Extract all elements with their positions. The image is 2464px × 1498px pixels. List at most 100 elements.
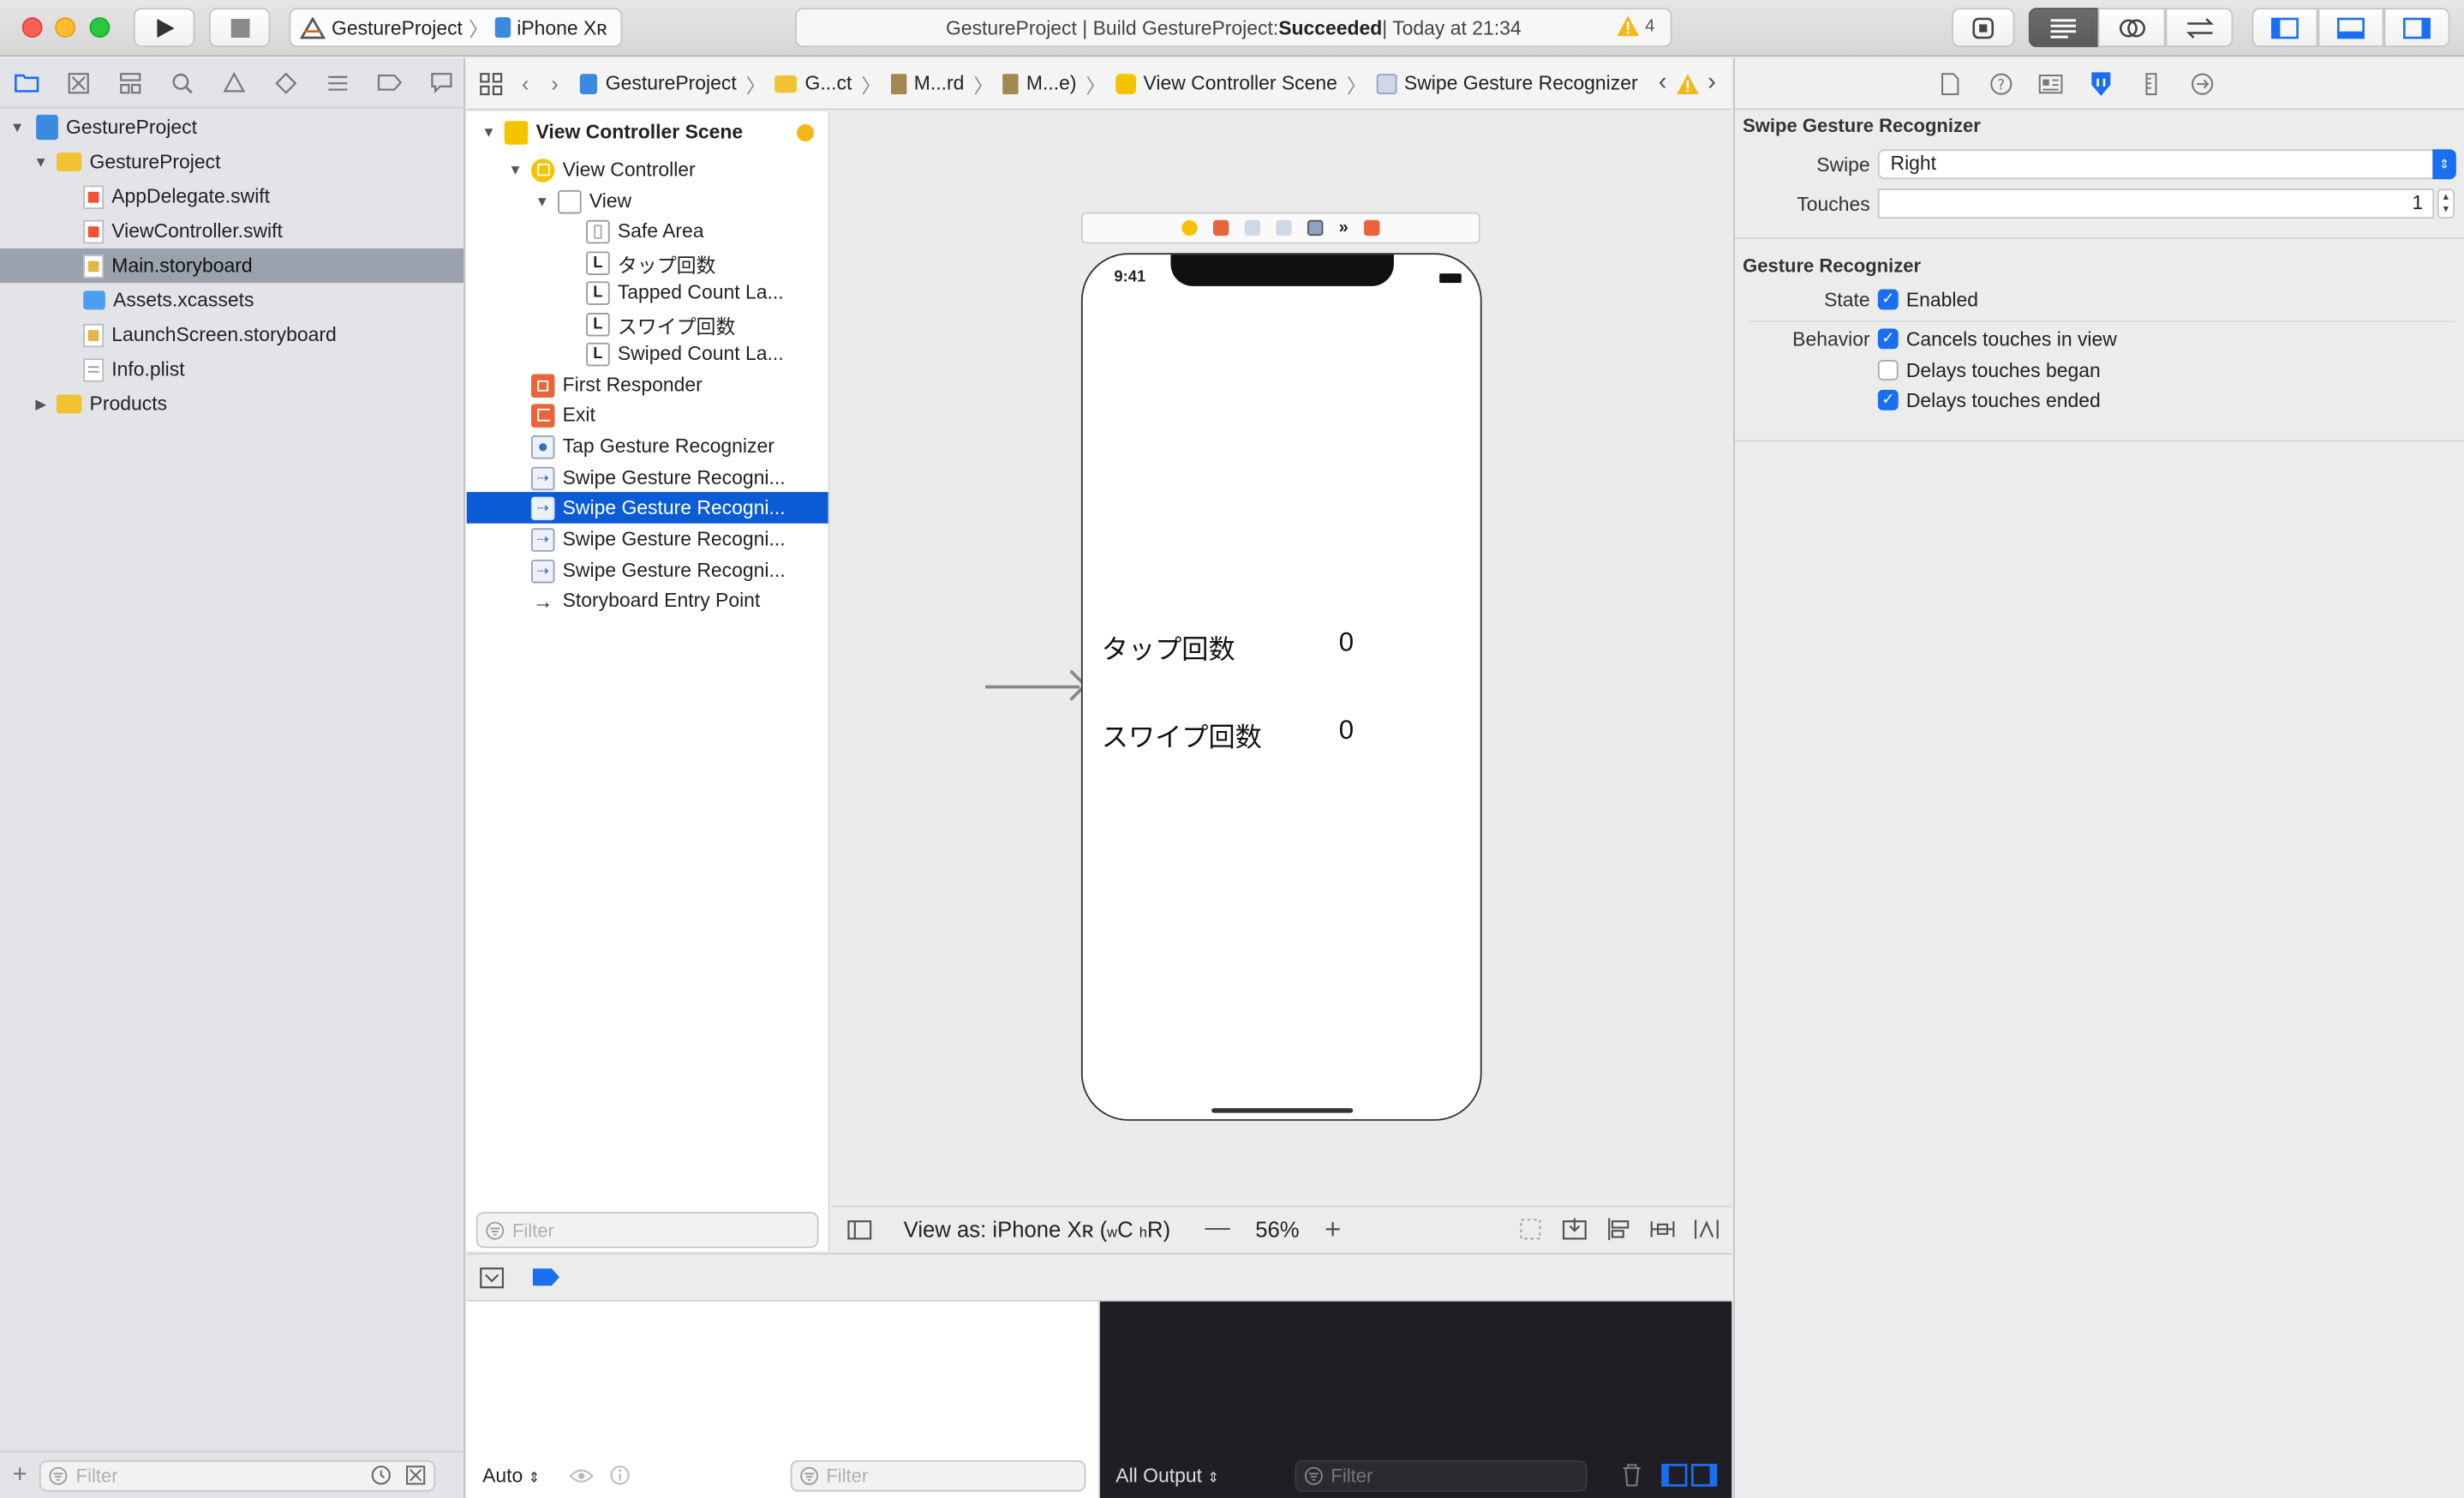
outline-filter-field[interactable]: Filter [475,1212,819,1249]
breakpoint-navigator-tab[interactable] [373,65,407,99]
library-button[interactable] [1952,8,2015,48]
navigator-item-products[interactable]: ▶ Products [0,386,463,421]
clock-icon[interactable] [371,1465,392,1485]
scene-warning-icon[interactable] [796,123,815,142]
breadcrumb-swipe-recognizer[interactable]: Swipe Gesture Recognizer [1375,72,1638,94]
source-control-filter-icon[interactable] [406,1465,427,1485]
enabled-label[interactable]: Enabled [1906,289,1978,311]
find-navigator-tab[interactable] [165,65,200,99]
outline-item-tap-label[interactable]: L タップ回数 [467,247,828,279]
touches-stepper[interactable]: ▴ ▾ [2437,189,2455,219]
run-button[interactable] [133,8,195,48]
embed-in-icon[interactable] [1562,1217,1587,1242]
info-icon[interactable] [609,1465,630,1485]
console-filter-field[interactable]: Filter [1295,1459,1588,1491]
minimize-window-button[interactable] [55,17,76,39]
navigator-item-infoplist[interactable]: Info.plist [0,352,463,386]
navigator-item-group[interactable]: ▼ GestureProject [0,145,463,179]
outline-item-entry-point[interactable]: → Storyboard Entry Point [467,584,828,616]
auto-variables-select[interactable]: Auto ⇕ [482,1465,540,1487]
previous-issue-icon[interactable]: ‹ [1659,69,1667,98]
navigator-item-project[interactable]: ▼ GestureProject [0,110,463,144]
variables-filter-field[interactable]: Filter [790,1459,1085,1491]
outline-item-swipe-gesture-1[interactable]: ⇢ Swipe Gesture Recogni... [467,462,828,494]
breakpoint-toggle-icon[interactable] [532,1268,559,1286]
zoom-level[interactable]: 56% [1255,1217,1299,1242]
eye-icon[interactable] [568,1465,594,1484]
enabled-checkbox[interactable]: ✓ [1877,289,1899,310]
delays-touches-ended-label[interactable]: Delays touches ended [1906,390,2101,412]
warning-indicator[interactable]: 4 [1617,15,1654,37]
outline-item-first-responder[interactable]: First Responder [467,369,828,401]
folder-navigator-tab[interactable] [9,65,44,99]
selected-swipe-gesture-dock-icon[interactable] [1307,219,1324,237]
navigator-item-assets[interactable]: Assets.xcassets [0,283,463,317]
outline-item-safe-area[interactable]: Safe Area [467,215,828,247]
attributes-inspector-tab[interactable] [2087,69,2115,98]
breadcrumb-project[interactable]: GestureProject [580,72,737,94]
quick-help-tab[interactable]: ? [1986,69,2014,98]
disclosure-closed-icon[interactable]: ▶ [32,395,51,412]
breadcrumb-scene[interactable]: View Controller Scene [1115,72,1337,94]
outline-item-swiped-count-label[interactable]: L Swiped Count La... [467,338,828,369]
test-navigator-tab[interactable] [269,65,303,99]
swipe-count-caption[interactable]: スワイプ回数 [1102,716,1262,755]
update-frames-icon[interactable] [1518,1217,1543,1242]
outline-item-exit[interactable]: Exit [467,399,828,431]
delays-touches-began-checkbox[interactable] [1877,360,1899,380]
breadcrumb-storyboard[interactable]: M...rd [890,72,964,94]
trash-icon[interactable] [1622,1464,1642,1488]
toggle-outline-icon[interactable] [847,1219,872,1239]
tap-gesture-dock-icon[interactable] [1244,219,1260,237]
outline-item-swipe-label[interactable]: L スワイプ回数 [467,309,828,340]
cancels-touches-label[interactable]: Cancels touches in view [1906,328,2117,351]
outline-item-view[interactable]: ▼ View [467,185,828,217]
navigator-item-main-storyboard[interactable]: Main.storyboard [0,248,464,284]
first-responder-dock-icon[interactable] [1212,219,1229,237]
delays-touches-began-label[interactable]: Delays touches began [1906,360,2101,382]
output-select[interactable]: All Output ⇕ [1115,1465,1219,1487]
identity-inspector-tab[interactable] [2036,69,2065,98]
swipe-direction-select[interactable]: Right ⇕ [1877,149,2456,180]
tap-count-caption[interactable]: タップ回数 [1102,627,1235,667]
disclosure-open-icon[interactable]: ▼ [506,162,525,177]
outline-item-swipe-gesture-2[interactable]: ⇢ Swipe Gesture Recogni... [466,492,828,524]
exit-dock-icon[interactable] [1364,219,1380,237]
navigator-item-launchscreen[interactable]: LaunchScreen.storyboard [0,318,463,352]
connections-inspector-tab[interactable] [2187,69,2216,98]
delays-touches-ended-checkbox[interactable]: ✓ [1877,389,1899,410]
view-as-button[interactable]: View as: iPhone Xʀ (wC hR) [904,1217,1170,1242]
disclosure-open-icon[interactable]: ▼ [533,194,552,209]
swiped-count-label[interactable]: 0 [1339,716,1354,747]
hide-debug-area-icon[interactable] [479,1266,505,1288]
storyboard-entry-arrow[interactable] [985,685,1080,689]
disclosure-open-icon[interactable]: ▼ [32,154,51,170]
debug-navigator-tab[interactable] [320,65,355,99]
navigator-item-appdelegate[interactable]: AppDelegate.swift [0,179,463,213]
source-control-tab[interactable] [62,65,96,99]
close-window-button[interactable] [21,17,43,39]
warning-icon[interactable] [1676,73,1699,94]
report-navigator-tab[interactable] [424,65,458,99]
standard-editor-button[interactable] [2028,8,2098,48]
interface-builder-canvas[interactable]: » 9:41 タップ回数 0 スワイプ回数 0 [831,111,1732,1206]
navigator-item-viewcontroller[interactable]: ViewController.swift [0,213,463,248]
toggle-inspector-button[interactable] [2383,8,2450,48]
zoom-out-button[interactable]: — [1205,1215,1230,1243]
breadcrumb-group[interactable]: G...ct [774,72,852,94]
add-constraints-icon[interactable] [1650,1217,1675,1242]
size-inspector-tab[interactable] [2137,69,2165,98]
zoom-window-button[interactable] [89,17,111,39]
back-arrow-icon[interactable]: ‹ [522,71,529,96]
outline-item-tapped-count-label[interactable]: L Tapped Count La... [467,277,828,309]
add-icon[interactable]: + [13,1461,27,1489]
swipe-gesture-dock-icon[interactable] [1276,219,1292,237]
outline-item-swipe-gesture-4[interactable]: ⇢ Swipe Gesture Recogni... [467,554,828,586]
zoom-in-button[interactable]: + [1325,1213,1341,1246]
iphone-frame[interactable]: 9:41 タップ回数 0 スワイプ回数 0 [1080,253,1482,1121]
outline-item-swipe-gesture-3[interactable]: ⇢ Swipe Gesture Recogni... [467,524,828,555]
view-controller-dock-icon[interactable] [1181,219,1198,237]
version-editor-button[interactable] [2165,8,2234,48]
cancels-touches-checkbox[interactable]: ✓ [1877,328,1899,350]
resolve-issues-icon[interactable] [1694,1217,1719,1242]
